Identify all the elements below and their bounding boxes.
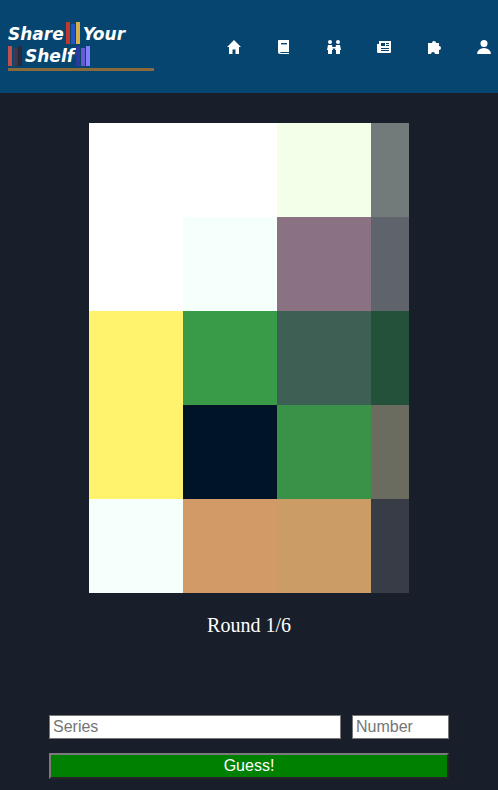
cover-pixel [371,311,409,405]
cover-pixel [371,217,409,311]
cover-pixel [277,123,371,217]
pixelated-cover [89,123,409,593]
logo-word: Your [83,24,125,44]
cover-pixel [89,217,183,311]
cover-pixel [89,405,183,499]
cover-pixel [89,499,183,593]
people-icon[interactable] [326,39,342,55]
user-icon[interactable] [476,39,492,55]
series-input[interactable] [49,715,341,739]
books-icon [66,22,81,44]
guess-inputs [49,715,449,739]
cover-pixel [183,311,277,405]
number-input[interactable] [352,715,449,739]
cover-pixel [183,217,277,311]
cover-pixel [371,123,409,217]
game-area: Round 1/6 Guess! [0,93,498,779]
book-icon[interactable] [276,39,292,55]
cover-pixel [277,405,371,499]
header: Share Your Shelf [0,0,498,93]
cover-pixel [277,217,371,311]
cover-pixel [371,405,409,499]
cover-pixel [183,123,277,217]
guess-form: Guess! [49,715,449,779]
cover-pixel [371,499,409,593]
logo-word: Shelf [25,46,74,66]
logo[interactable]: Share Your Shelf [8,22,154,71]
cover-pixel [277,499,371,593]
cover-pixel [89,123,183,217]
books-icon [8,46,23,66]
round-label: Round 1/6 [207,613,291,637]
nav-bar [226,39,494,55]
cover-pixel [89,311,183,405]
books-icon [76,46,91,66]
cover-pixel [277,311,371,405]
home-icon[interactable] [226,39,242,55]
guess-button[interactable]: Guess! [49,753,449,779]
logo-word: Share [8,24,64,44]
puzzle-icon[interactable] [426,39,442,55]
cover-pixel [183,405,277,499]
newspaper-icon[interactable] [376,39,392,55]
cover-pixel [183,499,277,593]
